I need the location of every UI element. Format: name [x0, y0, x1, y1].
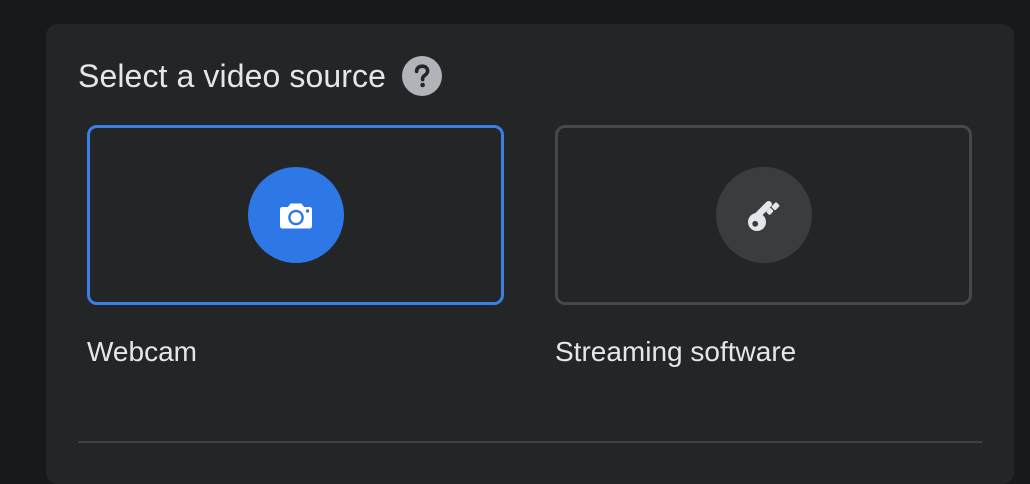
section-divider — [78, 441, 982, 443]
camera-icon — [279, 203, 312, 229]
help-icon[interactable] — [402, 56, 443, 96]
webcam-option-card[interactable] — [87, 125, 504, 305]
streaming-software-icon-circle — [715, 167, 812, 263]
streaming-software-option-card[interactable] — [555, 125, 972, 305]
webcam-icon-circle — [247, 167, 344, 263]
video-source-panel: Select a video source Webcam Streaming s… — [46, 24, 1014, 484]
panel-title: Select a video source — [78, 58, 387, 94]
panel-header: Select a video source — [78, 54, 443, 98]
webcam-option-label[interactable]: Webcam — [87, 334, 197, 370]
question-mark-icon — [414, 64, 430, 88]
key-icon — [747, 200, 779, 231]
streaming-software-option-label[interactable]: Streaming software — [555, 334, 796, 370]
